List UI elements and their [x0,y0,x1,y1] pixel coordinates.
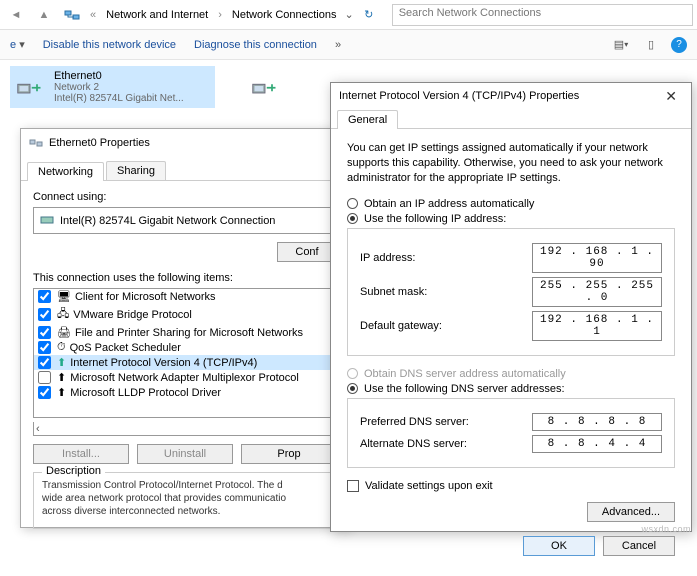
diagnose-button[interactable]: Diagnose this connection [194,39,317,51]
properties-button[interactable]: Prop [241,444,337,464]
ip-fieldset: IP address:192 . 168 . 1 . 90 Subnet mas… [347,228,675,356]
subnet-label: Subnet mask: [360,286,532,298]
dialog-titlebar: Internet Protocol Version 4 (TCP/IPv4) P… [331,83,691,109]
description-group: Description Transmission Control Protoco… [33,472,337,529]
dns-fieldset: Preferred DNS server:8 . 8 . 8 . 8 Alter… [347,398,675,468]
network-icon [29,135,43,152]
item-checkbox[interactable] [38,326,51,339]
connect-using-label: Connect using: [33,191,337,203]
adapter-icon [40,212,54,229]
ip-address-label: IP address: [360,252,532,264]
lldp-icon: ⬆ [57,386,66,399]
protocol-list[interactable]: 🖥Client for Microsoft Networks 🖧VMware B… [33,288,337,418]
share-icon: 🖨 [57,326,71,339]
validate-checkbox-row[interactable]: Validate settings upon exit [347,480,675,492]
item-checkbox[interactable] [38,386,51,399]
pref-dns-label: Preferred DNS server: [360,416,532,428]
connection-ethernet0[interactable]: Ethernet0 Network 2 Intel(R) 82574L Giga… [10,66,215,108]
ok-button[interactable]: OK [523,536,595,556]
items-label: This connection uses the following items… [33,272,337,284]
list-item: ⬆Microsoft LLDP Protocol Driver [34,385,336,400]
client-icon: 🖥 [57,290,71,303]
install-button[interactable]: Install... [33,444,129,464]
item-checkbox[interactable] [38,290,51,303]
network-adapter-icon [249,70,281,102]
item-checkbox[interactable] [38,356,51,369]
search-input[interactable]: Search Network Connections [392,4,693,26]
dialog-tabs: Networking Sharing [21,157,349,181]
protocol-icon: ⬆ [57,356,66,369]
description-label: Description [42,465,105,477]
ethernet-properties-dialog: Ethernet0 Properties Networking Sharing … [20,128,350,528]
ip-address-input[interactable]: 192 . 168 . 1 . 90 [532,243,662,273]
item-checkbox[interactable] [38,341,51,354]
radio-ip-manual[interactable]: Use the following IP address: [347,213,675,225]
preview-pane-button[interactable]: ▯ [641,35,661,55]
close-button[interactable]: ✕ [659,88,683,105]
radio-ip-auto[interactable]: Obtain an IP address automatically [347,198,675,210]
subnet-input[interactable]: 255 . 255 . 255 . 0 [532,277,662,307]
ipv4-properties-dialog: Internet Protocol Version 4 (TCP/IPv4) P… [330,82,692,532]
uninstall-button[interactable]: Uninstall [137,444,233,464]
breadcrumb-dropdown-icon[interactable]: ⌄ [344,8,353,21]
radio-dns-manual[interactable]: Use the following DNS server addresses: [347,383,675,395]
breadcrumb-network-connections[interactable]: Network Connections [228,7,341,23]
radio-dns-auto: Obtain DNS server address automatically [347,368,675,380]
item-checkbox[interactable] [38,308,51,321]
validate-checkbox[interactable] [347,480,359,492]
list-item: 🖧VMware Bridge Protocol [34,304,336,325]
scroll-left-icon[interactable]: ‹ [36,423,40,435]
tab-networking[interactable]: Networking [27,162,104,181]
back-button[interactable]: ◄ [4,4,28,26]
disable-device-button[interactable]: Disable this network device [43,39,176,51]
adapter-field[interactable]: Intel(R) 82574L Gigabit Network Connecti… [33,207,337,234]
network-folder-icon [60,4,84,26]
list-item: ⏱QoS Packet Scheduler [34,340,336,355]
dialog-title: Ethernet0 Properties [21,129,349,157]
chevron-down-icon: ▾ [19,39,25,51]
description-text: Transmission Control Protocol/Internet P… [42,479,328,518]
connection-network: Network 2 [54,82,184,93]
up-button[interactable]: ▲ [32,4,56,26]
advanced-button[interactable]: Advanced... [587,502,675,522]
command-bar: e ▾ Disable this network device Diagnose… [0,30,697,60]
help-button[interactable]: ? [671,37,687,53]
connection-adapter: Intel(R) 82574L Gigabit Net... [54,93,184,104]
validate-label: Validate settings upon exit [365,480,493,492]
list-item: 🖥Client for Microsoft Networks [34,289,336,304]
adapter-name: Intel(R) 82574L Gigabit Network Connecti… [60,215,275,227]
gateway-input[interactable]: 192 . 168 . 1 . 1 [532,311,662,341]
watermark: wsxdn.com [641,524,691,534]
organize-menu[interactable]: e ▾ [10,38,25,51]
refresh-button[interactable]: ↻ [358,8,380,21]
list-item-ipv4: ⬆Internet Protocol Version 4 (TCP/IPv4) [34,355,336,370]
breadcrumb-network-internet[interactable]: Network and Internet [102,7,212,23]
more-chevron-icon[interactable]: » [335,39,341,51]
dialog-title-text: Internet Protocol Version 4 (TCP/IPv4) P… [339,90,579,102]
configure-button[interactable]: Conf [277,242,337,262]
cancel-button[interactable]: Cancel [603,536,675,556]
tab-general[interactable]: General [337,110,398,129]
horizontal-scrollbar[interactable]: ‹ [33,422,337,436]
address-bar: ◄ ▲ « Network and Internet › Network Con… [0,0,697,30]
network-adapter-icon [14,70,46,102]
alt-dns-input[interactable]: 8 . 8 . 4 . 4 [532,435,662,453]
bridge-icon: 🖧 [57,305,69,324]
view-options-button[interactable]: ▤▾ [611,35,631,55]
breadcrumb-separator: « [88,9,98,21]
gateway-label: Default gateway: [360,320,532,332]
connection-name: Ethernet0 [54,70,184,82]
qos-icon: ⏱ [57,341,66,354]
intro-text: You can get IP settings assigned automat… [347,141,675,186]
item-checkbox[interactable] [38,371,51,384]
list-item: ⬆Microsoft Network Adapter Multiplexor P… [34,370,336,385]
alt-dns-label: Alternate DNS server: [360,438,532,450]
chevron-right-icon: › [216,9,224,21]
multiplexor-icon: ⬆ [57,371,66,384]
pref-dns-input[interactable]: 8 . 8 . 8 . 8 [532,413,662,431]
dialog-title-text: Ethernet0 Properties [49,137,150,149]
tab-sharing[interactable]: Sharing [106,161,166,180]
list-item: 🖨File and Printer Sharing for Microsoft … [34,325,336,340]
